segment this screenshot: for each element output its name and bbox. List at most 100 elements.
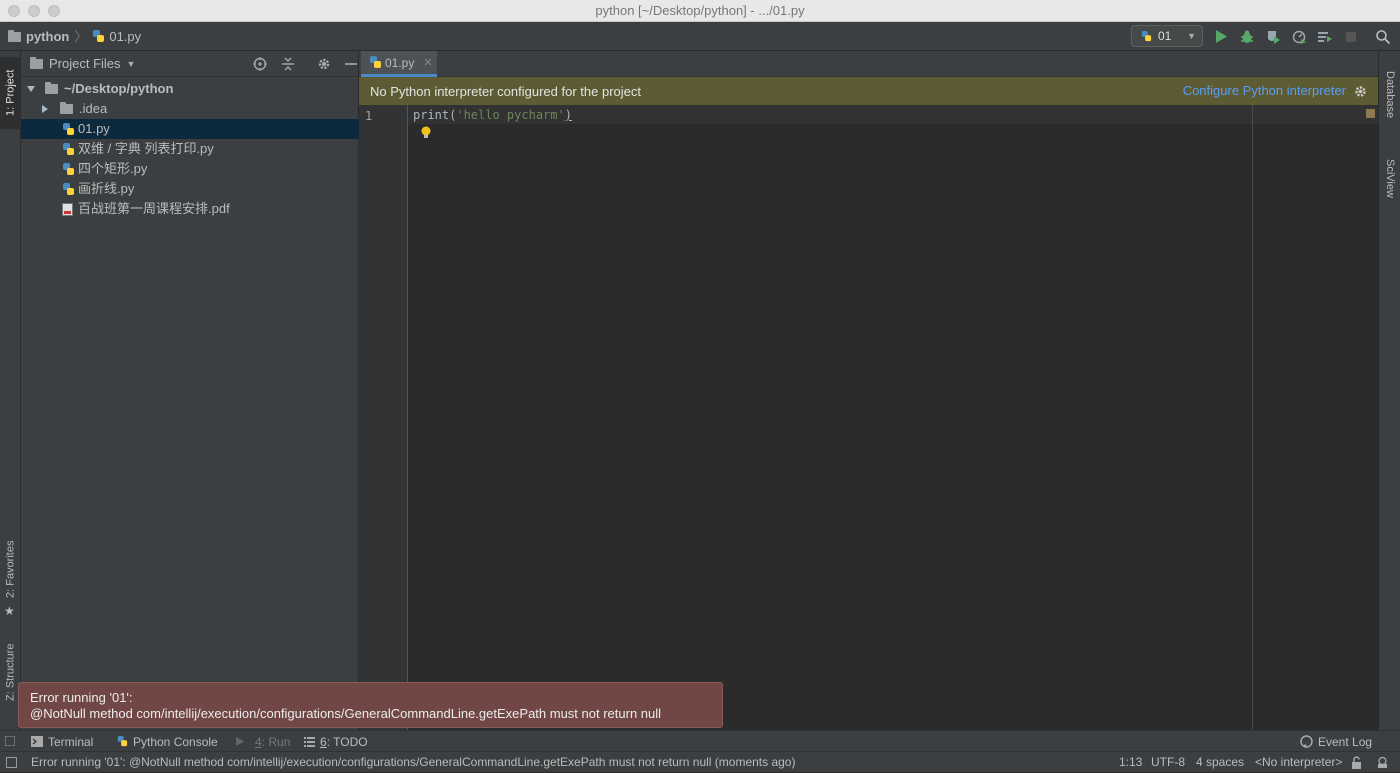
interpreter-status[interactable]: <No interpreter> <box>1255 752 1342 773</box>
line-number-gutter: 1 <box>359 105 408 730</box>
breadcrumb-separator-icon: 〉 <box>74 28 88 44</box>
python-console-label: Python Console <box>133 734 218 749</box>
run-button[interactable] <box>1212 28 1230 46</box>
error-detail: @NotNull method com/intellij/execution/c… <box>30 706 662 721</box>
list-icon <box>304 736 315 747</box>
event-log-button[interactable]: Event Log <box>1300 731 1372 752</box>
play-icon <box>1216 30 1227 43</box>
tree-item-idea[interactable]: .idea <box>21 99 359 119</box>
tree-root[interactable]: ~/Desktop/python <box>21 79 359 99</box>
tree-item-label: 双维 / 字典 列表打印.py <box>78 141 214 156</box>
search-icon <box>1376 29 1390 44</box>
status-message[interactable]: Error running '01': @NotNull method com/… <box>31 752 1111 773</box>
python-console-icon <box>117 735 128 747</box>
stop-icon <box>1346 31 1356 42</box>
python-file-icon <box>62 142 74 156</box>
inspector-icon[interactable] <box>1376 756 1389 769</box>
inspection-status-indicator[interactable] <box>1366 109 1375 118</box>
error-notification[interactable]: Error running '01': @NotNull method com/… <box>18 682 723 728</box>
breadcrumb-project[interactable]: python <box>26 23 69 51</box>
expand-arrow-icon[interactable] <box>27 86 35 92</box>
breadcrumb-file[interactable]: 01.py <box>109 23 141 51</box>
python-file-icon <box>369 56 381 69</box>
locate-icon[interactable] <box>253 57 267 71</box>
lock-icon[interactable] <box>1351 756 1362 769</box>
tab-label: 01.py <box>385 55 415 70</box>
folder-icon <box>60 102 73 114</box>
caret-position[interactable]: 1:13 <box>1119 752 1142 773</box>
chevron-down-icon[interactable]: ▼ <box>127 59 136 69</box>
expand-arrow-icon[interactable] <box>42 105 48 113</box>
search-everywhere-button[interactable] <box>1374 28 1392 46</box>
terminal-icon <box>31 736 43 747</box>
breadcrumb: python 〉 01.py <box>8 22 141 51</box>
event-log-icon <box>1300 735 1313 748</box>
folder-icon <box>8 29 21 42</box>
window-title: python [~/Desktop/python] - .../01.py <box>595 3 805 18</box>
gear-icon[interactable] <box>317 57 331 71</box>
event-log-label: Event Log <box>1318 734 1373 749</box>
pdf-file-icon <box>62 202 73 216</box>
todo-label: : TODO <box>326 734 368 749</box>
project-panel: Project Files ▼ ~/Desktop/python .idea 0… <box>21 51 359 730</box>
collapse-all-icon[interactable] <box>281 57 295 71</box>
line-number: 1 <box>365 109 373 123</box>
hide-panel-icon[interactable] <box>345 57 357 71</box>
terminal-label: Terminal <box>48 734 94 749</box>
run-tool-button[interactable]: 4: Run <box>236 731 290 752</box>
python-console-button[interactable]: Python Console <box>116 731 218 752</box>
code-string: 'hello pycharm' <box>456 108 565 122</box>
stop-button[interactable] <box>1342 28 1360 46</box>
terminal-button[interactable]: Terminal <box>31 731 93 752</box>
tree-item-py[interactable]: 四个矩形.py <box>21 159 359 179</box>
project-view-select[interactable]: Project Files <box>49 56 121 71</box>
chevron-down-icon: ▼ <box>1187 31 1196 41</box>
navigation-bar: python 〉 01.py 01 ▼ <box>0 22 1400 51</box>
lightbulb-icon[interactable] <box>420 126 432 140</box>
tab-sciview[interactable]: SciView <box>1379 147 1400 209</box>
left-tool-strip: 1: Project 2: Favorites ★ Z: Structure <box>0 51 21 730</box>
tab-01py[interactable]: 01.py ✕ <box>361 51 437 77</box>
indent-setting[interactable]: 4 spaces <box>1196 752 1244 773</box>
tree-item-label: 四个矩形.py <box>78 161 148 176</box>
todo-button[interactable]: 6: TODO <box>304 731 368 752</box>
concurrency-button[interactable] <box>1316 28 1334 46</box>
python-file-icon <box>62 182 74 196</box>
run-mnemonic: 4 <box>255 734 262 749</box>
run-configuration-select[interactable]: 01 ▼ <box>1131 25 1203 47</box>
tree-item-label: 01.py <box>78 121 110 136</box>
code-line-1[interactable]: print('hello pycharm') <box>413 108 572 122</box>
window-titlebar: python [~/Desktop/python] - .../01.py <box>0 0 1400 22</box>
tab-favorites[interactable]: 2: Favorites <box>0 533 21 605</box>
file-encoding[interactable]: UTF-8 <box>1151 752 1185 773</box>
profile-button[interactable] <box>1290 28 1308 46</box>
code-function: print <box>413 108 450 122</box>
gear-icon[interactable] <box>1354 85 1367 98</box>
error-title: Error running '01': <box>30 690 133 705</box>
tree-item-pdf[interactable]: 百战班第一周课程安排.pdf <box>21 199 359 219</box>
folder-icon <box>30 56 43 69</box>
run-label: : Run <box>261 734 291 749</box>
configure-interpreter-link[interactable]: Configure Python interpreter <box>1183 77 1346 105</box>
right-margin-guide <box>1252 105 1253 730</box>
play-icon <box>236 737 244 746</box>
run-with-coverage-button[interactable] <box>1264 28 1282 46</box>
tree-item-py[interactable]: 画折线.py <box>21 179 359 199</box>
run-toolbar <box>1212 22 1392 51</box>
tree-root-label: ~/Desktop/python <box>64 81 174 96</box>
python-file-icon <box>92 30 105 43</box>
editor-tab-bar: 01.py ✕ <box>359 51 1378 77</box>
tree-item-label: 百战班第一周课程安排.pdf <box>78 201 230 216</box>
debug-button[interactable] <box>1238 28 1256 46</box>
tab-database[interactable]: Database <box>1379 57 1400 133</box>
close-icon[interactable]: ✕ <box>423 56 432 69</box>
tree-item-py[interactable]: 双维 / 字典 列表打印.py <box>21 139 359 159</box>
tool-windows-toggle-icon[interactable] <box>5 736 15 746</box>
tab-project[interactable]: 1: Project <box>0 57 21 129</box>
code-area[interactable]: print('hello pycharm') <box>408 105 1378 730</box>
tree-item-01py[interactable]: 01.py <box>21 119 359 139</box>
concurrency-icon <box>1318 31 1332 42</box>
coverage-icon <box>1268 30 1280 44</box>
panel-toggle-icon[interactable] <box>6 757 17 768</box>
status-bar: Error running '01': @NotNull method com/… <box>0 751 1400 772</box>
